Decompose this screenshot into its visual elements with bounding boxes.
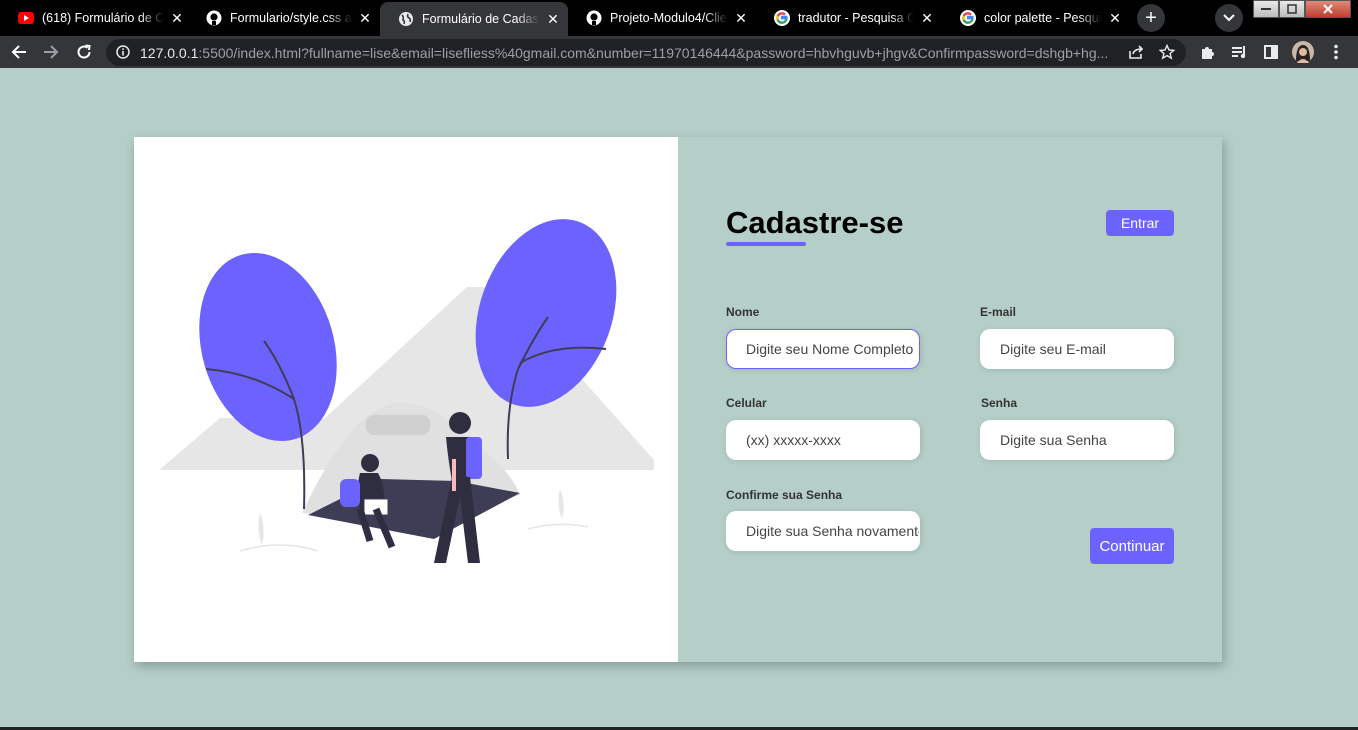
close-icon[interactable]: ✕ xyxy=(732,9,750,27)
backpack xyxy=(340,479,360,507)
signup-form: Cadastre-se Entrar Nome E-mail Celular S… xyxy=(678,137,1222,662)
ground-curve xyxy=(527,523,589,530)
avatar-icon xyxy=(1292,41,1314,63)
confirm-senha-label: Confirme sua Senha xyxy=(726,488,843,502)
page-title: Cadastre-se xyxy=(726,205,904,240)
small-plant xyxy=(258,513,264,545)
url-path: :5500/index.html?fullname=lise&email=lis… xyxy=(198,45,1109,61)
celular-input[interactable] xyxy=(726,420,920,460)
new-tab-button[interactable]: + xyxy=(1137,4,1165,32)
restore-button[interactable] xyxy=(1279,0,1305,18)
tab-title: tradutor - Pesquisa Google xyxy=(798,11,914,25)
person-head xyxy=(449,412,471,434)
url-text: 127.0.0.1:5500/index.html?fullname=lise&… xyxy=(140,45,1130,61)
tab-title: Formulario/style.css at main xyxy=(230,11,352,25)
tab-search-button[interactable] xyxy=(1215,4,1243,32)
tab-github-style[interactable]: Formulario/style.css at main ✕ xyxy=(188,0,380,36)
signup-card: Cadastre-se Entrar Nome E-mail Celular S… xyxy=(134,137,1222,662)
close-icon[interactable]: ✕ xyxy=(1106,9,1124,27)
puzzle-icon xyxy=(1202,47,1214,59)
tent-flap xyxy=(366,415,430,435)
forward-button[interactable] xyxy=(40,41,62,63)
senha-input[interactable] xyxy=(980,420,1174,460)
small-plant xyxy=(558,489,564,519)
browser-toolbar: 127.0.0.1:5500/index.html?fullname=lise&… xyxy=(0,36,1358,68)
confirm-senha-input[interactable] xyxy=(726,511,920,551)
close-icon[interactable]: ✕ xyxy=(356,9,374,27)
tab-formulario-active[interactable]: Formulário de Cadastro ✕ xyxy=(380,2,568,36)
celular-label: Celular xyxy=(726,396,767,410)
backpack xyxy=(466,437,482,479)
person-head xyxy=(361,454,379,472)
google-icon xyxy=(960,10,976,26)
tab-youtube[interactable]: (618) Formulário de Cadastro ✕ xyxy=(0,0,192,36)
senha-label: Senha xyxy=(981,396,1018,410)
continue-button[interactable]: Continuar xyxy=(1090,528,1174,564)
close-icon[interactable]: ✕ xyxy=(168,9,186,27)
nome-label: Nome xyxy=(726,305,760,319)
arrow-left-icon xyxy=(11,45,26,59)
tab-title: (618) Formulário de Cadastro xyxy=(42,11,164,25)
chevron-down-icon xyxy=(1223,14,1235,22)
media-button[interactable] xyxy=(1229,41,1251,63)
star-icon[interactable] xyxy=(1158,43,1176,65)
login-button[interactable]: Entrar xyxy=(1106,210,1174,236)
url-host: 127.0.0.1 xyxy=(140,45,199,61)
tab-title: color palette - Pesquisa Google xyxy=(984,11,1102,25)
email-input[interactable] xyxy=(980,329,1174,369)
browser-menu-button[interactable] xyxy=(1325,41,1347,63)
tab-strip: (618) Formulário de Cadastro ✕ Formulari… xyxy=(0,0,1358,36)
info-icon[interactable] xyxy=(116,45,130,64)
address-bar[interactable]: 127.0.0.1:5500/index.html?fullname=lise&… xyxy=(106,39,1186,66)
email-label: E-mail xyxy=(980,305,1017,319)
playlist-icon xyxy=(1232,46,1246,59)
close-icon[interactable]: ✕ xyxy=(544,10,562,28)
tab-google-tradutor[interactable]: tradutor - Pesquisa Google ✕ xyxy=(756,0,942,36)
tab-google-color[interactable]: color palette - Pesquisa Google ✕ xyxy=(942,0,1130,36)
ground-curve xyxy=(239,544,319,552)
side-panel-icon xyxy=(1264,45,1278,59)
tab-title: Projeto-Modulo4/Cliente xyxy=(610,11,728,25)
window-controls xyxy=(1253,0,1351,18)
close-window-button[interactable] xyxy=(1305,0,1351,18)
illustration-panel xyxy=(134,137,678,662)
extensions-button[interactable] xyxy=(1197,41,1219,63)
tab-title: Formulário de Cadastro xyxy=(422,12,540,26)
close-icon[interactable]: ✕ xyxy=(918,9,936,27)
nome-input[interactable] xyxy=(726,329,920,369)
github-icon xyxy=(586,10,602,26)
more-vertical-icon xyxy=(1334,44,1338,60)
minimize-button[interactable] xyxy=(1253,0,1279,18)
share-icon[interactable] xyxy=(1128,45,1144,64)
tab-github-projeto[interactable]: Projeto-Modulo4/Cliente ✕ xyxy=(568,0,756,36)
google-icon xyxy=(774,10,790,26)
profile-avatar[interactable] xyxy=(1292,41,1314,63)
arrow-right-icon xyxy=(44,45,59,59)
title-underline xyxy=(726,242,806,246)
reload-icon xyxy=(77,44,91,59)
globe-icon xyxy=(398,11,414,27)
back-button[interactable] xyxy=(8,41,30,63)
github-icon xyxy=(206,10,222,26)
youtube-icon xyxy=(18,10,34,26)
camping-illustration xyxy=(158,219,654,563)
reload-button[interactable] xyxy=(73,41,95,63)
side-panel-button[interactable] xyxy=(1260,41,1282,63)
